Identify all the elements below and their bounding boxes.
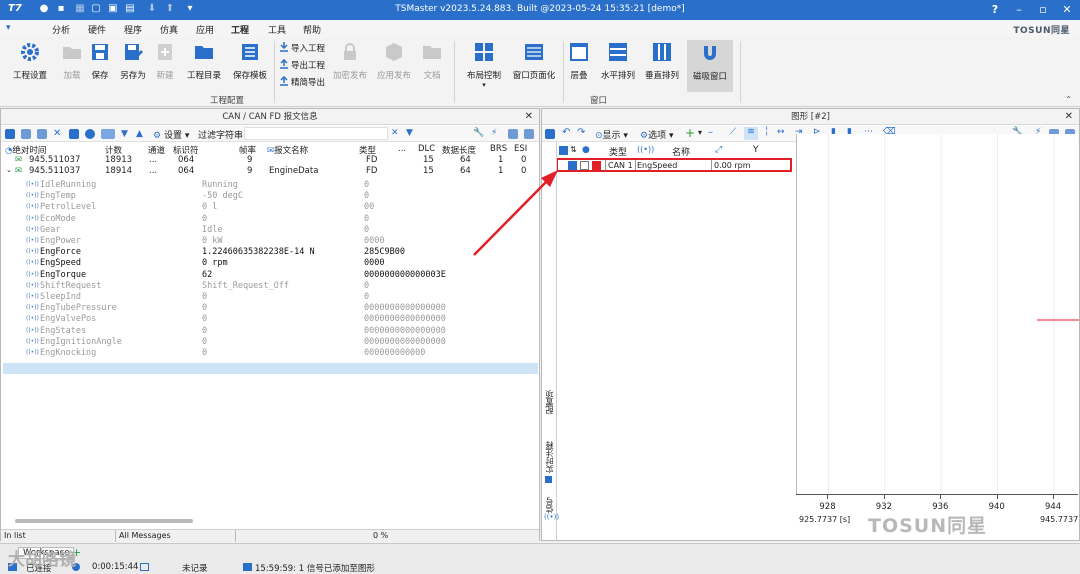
watermark-logo: TOSUN同星 xyxy=(868,515,988,537)
watermark-left: 大胡咯镜 xyxy=(8,550,76,570)
annotation-arrow xyxy=(473,170,558,256)
